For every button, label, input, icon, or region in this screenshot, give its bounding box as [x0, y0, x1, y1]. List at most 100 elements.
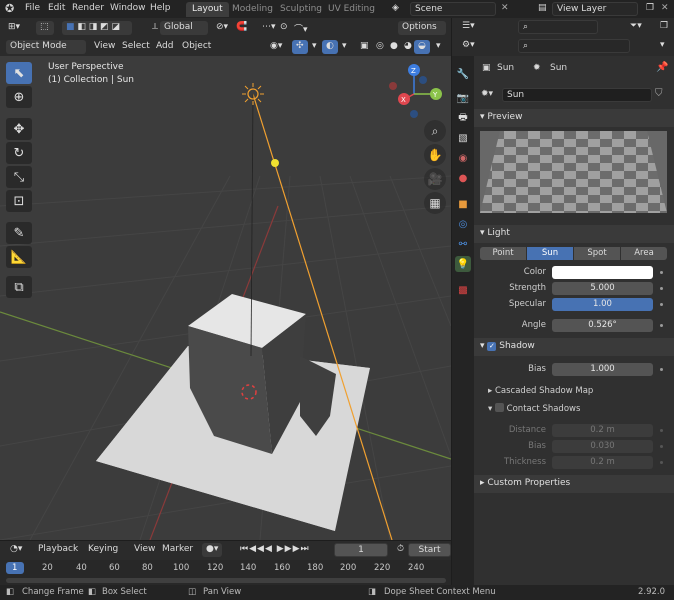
- transform-tool-icon[interactable]: ⊡: [6, 190, 32, 212]
- angle-field[interactable]: 0.526°: [552, 319, 653, 332]
- shading-dropdown-icon[interactable]: ▾: [432, 40, 445, 54]
- select-tool-icon[interactable]: ⬚: [36, 21, 54, 35]
- preview-panel-header[interactable]: ▾ Preview: [474, 109, 674, 127]
- pan-hand-icon[interactable]: ✋: [424, 144, 446, 166]
- editor-type-icon[interactable]: ⊞▾: [4, 21, 24, 35]
- texture-tab-icon[interactable]: ▩: [455, 282, 471, 298]
- gizmo-dropdown-icon[interactable]: ▾: [308, 40, 321, 54]
- current-frame-field[interactable]: 1: [334, 543, 388, 557]
- light-data-tab-icon[interactable]: 💡: [455, 256, 471, 272]
- playback-controls[interactable]: ⏮◀◀◀ ▶▶▶⏭: [236, 543, 314, 557]
- camera-view-icon[interactable]: 🎥: [424, 168, 446, 190]
- menu-add[interactable]: Add: [152, 40, 177, 54]
- scene-selector[interactable]: Scene: [410, 2, 496, 16]
- xray-icon[interactable]: ▣: [356, 40, 373, 54]
- start-frame-field[interactable]: Start: [408, 543, 451, 557]
- ortho-grid-icon[interactable]: ▦: [424, 192, 446, 214]
- options-dropdown[interactable]: Options: [398, 21, 446, 35]
- menu-file[interactable]: File: [25, 3, 40, 13]
- constraints-tab-icon[interactable]: ⚯: [455, 236, 471, 252]
- render-tab-icon[interactable]: 📷: [455, 90, 471, 106]
- bias-anim-dot[interactable]: [660, 368, 663, 371]
- tab-uv-editing[interactable]: UV Editing: [322, 2, 381, 17]
- view-layer-tab-icon[interactable]: ▧: [455, 130, 471, 146]
- light-datablock-icon[interactable]: ✹▾: [481, 89, 493, 99]
- custom-properties-panel-header[interactable]: ▸ Custom Properties: [474, 475, 674, 493]
- falloff-icon[interactable]: ⌒▾: [290, 21, 312, 35]
- menu-marker[interactable]: Marker: [158, 543, 197, 557]
- scale-tool-icon[interactable]: ⤡: [6, 166, 32, 188]
- distance-anim-dot[interactable]: [660, 429, 663, 432]
- move-tool-icon[interactable]: ✥: [6, 118, 32, 140]
- blender-logo-icon[interactable]: ✪: [5, 2, 14, 15]
- rendered-shading-icon[interactable]: ◒: [414, 40, 430, 54]
- contact-shadows-subpanel[interactable]: ▾ Contact Shadows: [488, 403, 580, 414]
- outliner-search-input[interactable]: ⌕: [518, 20, 598, 34]
- view-layer-copy-icon[interactable]: ❐: [646, 3, 654, 13]
- properties-search-input[interactable]: ⌕: [518, 39, 630, 53]
- zoom-icon[interactable]: ⌕: [424, 120, 446, 142]
- view-layer-delete-icon[interactable]: ✕: [661, 3, 669, 13]
- output-tab-icon[interactable]: 🖶: [455, 110, 471, 126]
- timeline-editor-icon[interactable]: ◔▾: [6, 543, 26, 557]
- outliner-editor-icon[interactable]: ☰▾: [458, 20, 479, 34]
- distance-field[interactable]: 0.2 m: [552, 424, 653, 437]
- angle-anim-dot[interactable]: [660, 324, 663, 327]
- light-panel-header[interactable]: ▾ Light: [474, 225, 674, 243]
- contact-bias-anim-dot[interactable]: [660, 445, 663, 448]
- select-mode-icons[interactable]: ■ ◧ ◨ ◩ ◪: [62, 21, 132, 35]
- thickness-field[interactable]: 0.2 m: [552, 456, 653, 469]
- color-anim-dot[interactable]: [660, 271, 663, 274]
- tool-tab-icon[interactable]: 🔧: [455, 66, 471, 82]
- light-type-sun[interactable]: Sun: [527, 247, 573, 260]
- timeline-scrollbar[interactable]: [6, 578, 446, 583]
- tab-layout[interactable]: Layout: [186, 2, 229, 17]
- menu-view[interactable]: View: [90, 40, 119, 54]
- light-type-spot[interactable]: Spot: [574, 247, 620, 260]
- properties-editor-icon[interactable]: ⚙▾: [458, 39, 479, 53]
- cascaded-shadow-subpanel[interactable]: ▸ Cascaded Shadow Map: [488, 386, 593, 396]
- menu-timeline-view[interactable]: View: [130, 543, 159, 557]
- autokey-icon[interactable]: ●▾: [202, 543, 223, 557]
- menu-window[interactable]: Window: [110, 3, 146, 13]
- annotate-tool-icon[interactable]: ✎: [6, 222, 32, 244]
- breadcrumb-object[interactable]: Sun: [497, 63, 514, 73]
- menu-object[interactable]: Object: [178, 40, 215, 54]
- props-options-icon[interactable]: ▾: [656, 39, 669, 53]
- rotate-tool-icon[interactable]: ↻: [6, 142, 32, 164]
- transform-orientation-dropdown[interactable]: Global: [160, 21, 208, 35]
- measure-tool-icon[interactable]: 📐: [6, 246, 32, 268]
- visibility-icon[interactable]: ◉▾: [266, 40, 286, 54]
- cursor-tool-icon[interactable]: ⊕: [6, 86, 32, 108]
- breadcrumb-data[interactable]: Sun: [550, 63, 567, 73]
- pivot-icon[interactable]: ⊘▾: [212, 21, 232, 35]
- strength-anim-dot[interactable]: [660, 287, 663, 290]
- menu-keying[interactable]: Keying: [84, 543, 122, 557]
- menu-edit[interactable]: Edit: [48, 3, 65, 13]
- tab-modeling[interactable]: Modeling: [226, 2, 279, 17]
- menu-playback[interactable]: Playback: [34, 543, 82, 557]
- physics-tab-icon[interactable]: ◎: [455, 216, 471, 232]
- select-box-tool-icon[interactable]: ⬉: [6, 62, 32, 84]
- filter-icon[interactable]: ⏷▾: [626, 20, 646, 34]
- color-swatch[interactable]: [552, 266, 653, 279]
- light-type-area[interactable]: Area: [621, 247, 667, 260]
- thickness-anim-dot[interactable]: [660, 461, 663, 464]
- object-tab-icon[interactable]: ■: [455, 196, 471, 212]
- specular-anim-dot[interactable]: [660, 303, 663, 306]
- fake-user-shield-icon[interactable]: ⛉: [655, 88, 663, 99]
- strength-field[interactable]: 5.000: [552, 282, 653, 295]
- overlays-dropdown-icon[interactable]: ▾: [338, 40, 351, 54]
- shadow-panel-header[interactable]: ▾ ✓ Shadow: [474, 338, 674, 356]
- contact-bias-field[interactable]: 0.030: [552, 440, 653, 453]
- view-layer-selector[interactable]: View Layer: [552, 2, 638, 16]
- add-cube-tool-icon[interactable]: ⧉: [6, 276, 32, 298]
- menu-render[interactable]: Render: [72, 3, 104, 13]
- bias-field[interactable]: 1.000: [552, 363, 653, 376]
- world-tab-icon[interactable]: ●: [455, 170, 471, 186]
- sun-target-handle[interactable]: [271, 159, 279, 167]
- menu-select[interactable]: Select: [118, 40, 154, 54]
- scene-tab-icon[interactable]: ◉: [455, 150, 471, 166]
- contact-shadows-checkbox[interactable]: [494, 403, 504, 412]
- light-datablock-name[interactable]: Sun: [502, 88, 652, 102]
